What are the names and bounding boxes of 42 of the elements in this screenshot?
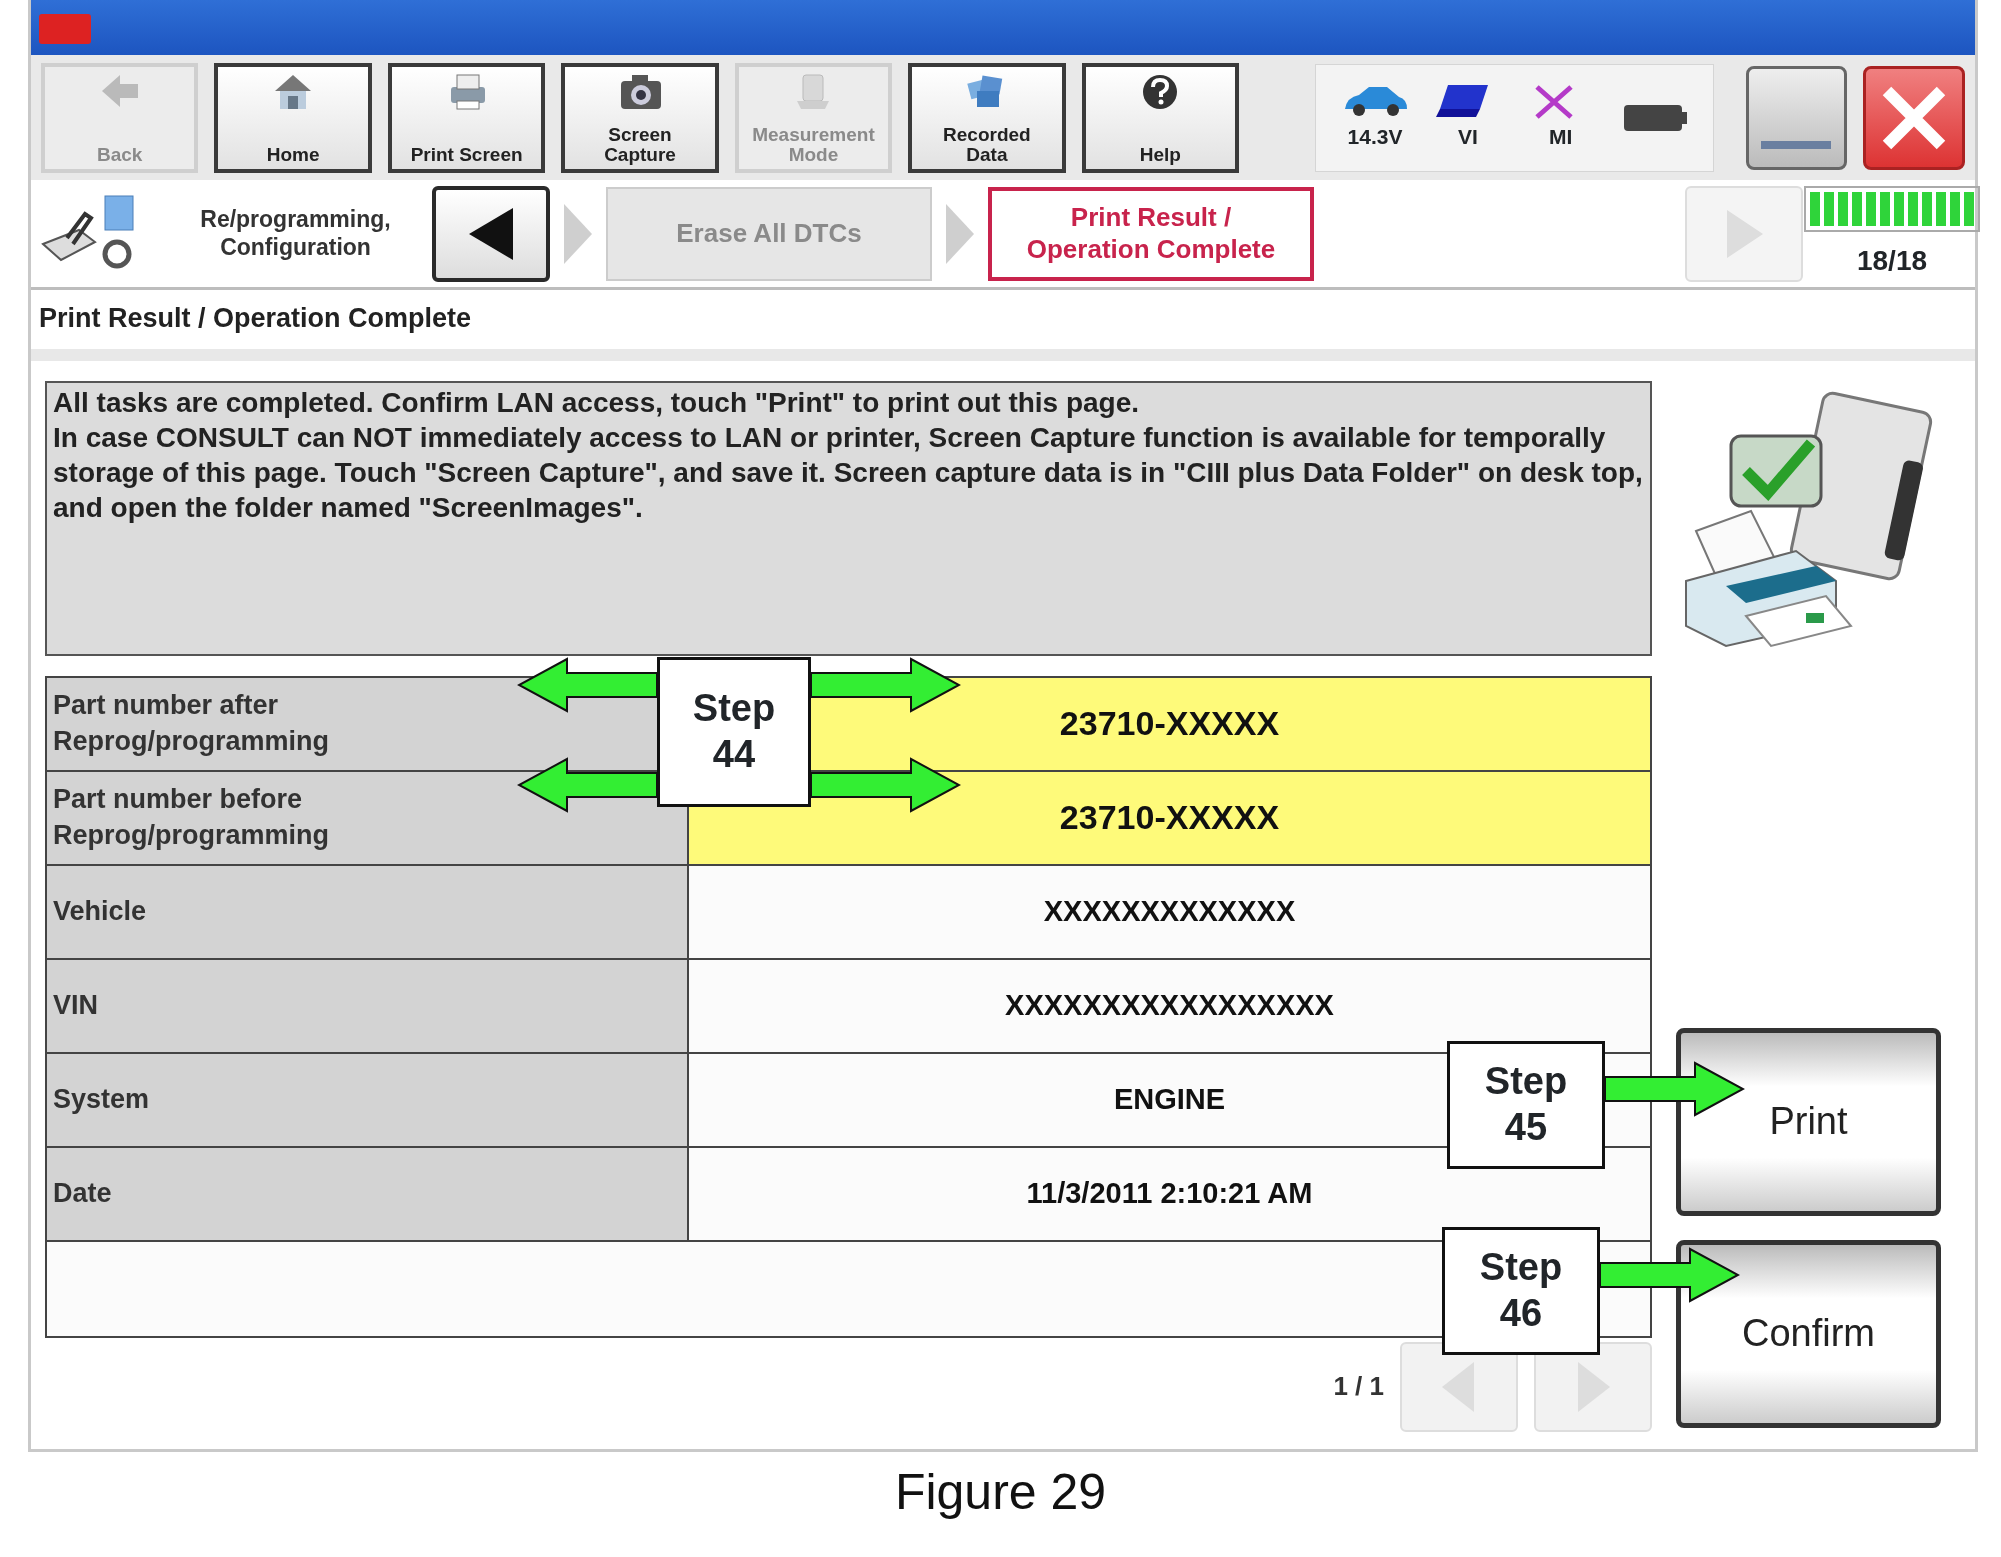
action-button[interactable]: Print <box>1676 1027 1941 1216</box>
row-label: Vehicle <box>47 865 689 958</box>
toolbar-button[interactable]: Recorded Data <box>908 62 1066 173</box>
step-callout: Step 44 <box>657 656 811 807</box>
arrow-icon <box>809 756 961 813</box>
bar-icon <box>1761 138 1832 151</box>
arrow-icon <box>809 656 961 713</box>
page-counter: 1 / 1 <box>1333 1370 1384 1403</box>
toolbar-button[interactable]: Screen Capture <box>561 62 719 173</box>
status-label: 14.3V <box>1347 123 1403 150</box>
row-value: XXXXXXXXXXXXXXXXX <box>689 959 1650 1052</box>
toolbar-button[interactable]: Print Screen <box>387 62 546 173</box>
step-callout: Step 45 <box>1447 1040 1605 1169</box>
page-title: Print Result / Operation Complete <box>31 290 1975 361</box>
row-label: Date <box>47 1147 689 1240</box>
arrow-icon <box>1603 1060 1745 1117</box>
arrow-icon <box>517 756 659 813</box>
status-label: MI <box>1549 123 1573 150</box>
message-text: All tasks are completed. Confirm LAN access, touch "Print" to print out this page. <box>53 385 1141 420</box>
logo-icon <box>39 14 91 44</box>
back-step-button[interactable] <box>432 185 550 282</box>
next-page-button[interactable] <box>1534 1341 1652 1432</box>
toolbar-button[interactable]: Home <box>214 62 372 173</box>
row-value: XXXXXXXXXXXXX <box>689 865 1650 958</box>
section-label: Re/programming, Configuration <box>199 205 392 262</box>
step-tab[interactable]: Print Result / Operation Complete <box>988 186 1314 281</box>
action-button[interactable]: Confirm <box>1676 1239 1941 1428</box>
toolbar-button[interactable]: Help <box>1081 62 1240 173</box>
row-label: System <box>47 1053 689 1146</box>
step-callout: Step 46 <box>1442 1226 1600 1355</box>
close-button[interactable] <box>1863 65 1965 170</box>
row-label: Part number before Reprog/programming <box>47 771 689 864</box>
minimize-button[interactable] <box>1745 65 1848 170</box>
message-text: In case CONSULT can NOT immediately access to LAN or printer, Screen Capture function is available for temporally storage of this page. Touch "Screen Capture", and save it. Screen capture data is in "CIII plus Data Folder" on desk top, and open the folder named "ScreenImages". <box>53 420 1644 525</box>
row-label: VIN <box>47 959 689 1052</box>
previous-page-button[interactable] <box>1400 1341 1518 1432</box>
progress-reading: 18/18 <box>1856 243 1928 278</box>
row-value: 11/3/2011 2:10:21 AM <box>689 1147 1650 1240</box>
arrow-icon <box>1598 1246 1740 1303</box>
figure-caption: Figure 29 <box>893 1463 1108 1522</box>
arrow-icon <box>517 656 659 713</box>
status-label: VI <box>1458 123 1478 150</box>
